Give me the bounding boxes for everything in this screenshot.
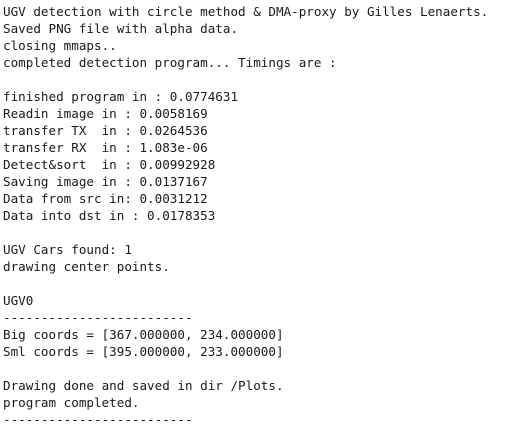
terminal-line: Drawing done and saved in dir /Plots. — [3, 378, 284, 393]
terminal-line: Saved PNG file with alpha data. — [3, 21, 239, 36]
terminal-line: UGV0 — [3, 293, 34, 308]
terminal-line: Data from src in: 0.0031212 — [3, 191, 208, 206]
terminal-output[interactable]: UGV detection with circle method & DMA-p… — [0, 0, 526, 437]
terminal-line: Big coords = [367.000000, 234.000000] — [3, 327, 284, 342]
terminal-line: Sml coords = [395.000000, 233.000000] — [3, 344, 284, 359]
terminal-line: UGV detection with circle method & DMA-p… — [3, 4, 489, 19]
terminal-line: program completed. — [3, 395, 140, 410]
terminal-line: UGV Cars found: 1 — [3, 242, 132, 257]
terminal-line: Detect&sort in : 0.00992928 — [3, 157, 216, 172]
terminal-line: closing mmaps.. — [3, 38, 117, 53]
terminal-line: transfer TX in : 0.0264536 — [3, 123, 208, 138]
terminal-line: drawing center points. — [3, 259, 170, 274]
terminal-line: transfer RX in : 1.083e-06 — [3, 140, 208, 155]
terminal-line: Readin image in : 0.0058169 — [3, 106, 208, 121]
terminal-line: ------------------------- — [3, 412, 193, 427]
terminal-line: completed detection program... Timings a… — [3, 55, 337, 70]
terminal-line: finished program in : 0.0774631 — [3, 89, 239, 104]
terminal-line: Data into dst in : 0.0178353 — [3, 208, 216, 223]
terminal-line: ------------------------- — [3, 310, 193, 325]
terminal-line: Saving image in : 0.0137167 — [3, 174, 208, 189]
